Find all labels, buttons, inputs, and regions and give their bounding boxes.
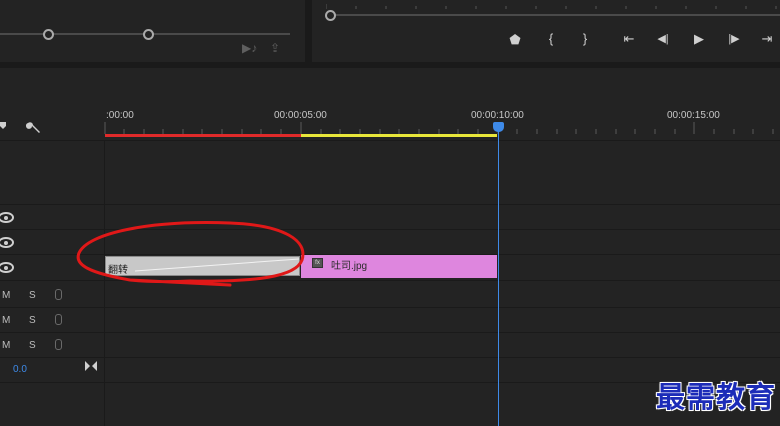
program-zoom-handle[interactable]	[325, 10, 336, 21]
timecode-label: 00:00:10:00	[471, 110, 524, 121]
master-track-icon[interactable]	[85, 361, 97, 371]
watermark-logo: 最需教育	[656, 380, 777, 414]
timecode-label: :00:00	[106, 110, 134, 121]
program-timeline-ticks	[326, 4, 777, 9]
step-forward-button[interactable]: |▶	[725, 32, 743, 45]
program-zoom-track[interactable]	[326, 14, 780, 16]
track-divider	[0, 357, 780, 358]
snap-icon[interactable]	[0, 120, 8, 132]
work-area-bar-rendered[interactable]	[105, 134, 301, 137]
image-clip-label: 吐司.jpg	[331, 261, 368, 272]
microphone-icon[interactable]	[55, 339, 62, 350]
master-volume-value[interactable]: 0.0	[13, 364, 27, 375]
step-back-button[interactable]: ◀|	[654, 32, 672, 45]
playhead-line[interactable]	[498, 128, 499, 426]
solo-track-button[interactable]: S	[29, 315, 36, 326]
overwrite-icon[interactable]: ⇪	[270, 41, 280, 55]
mute-track-button[interactable]: M	[2, 340, 10, 351]
panel-divider[interactable]	[305, 0, 312, 62]
ruler-ticks	[104, 122, 774, 134]
program-monitor-panel: ⬟ { } ⇤ ◀| ▶ |▶ ⇥	[312, 0, 780, 62]
track-divider	[0, 204, 780, 205]
mute-track-button[interactable]: M	[2, 315, 10, 326]
add-marker-button[interactable]: ⬟	[506, 32, 524, 48]
insert-icon[interactable]: ▶♪	[242, 41, 257, 55]
microphone-icon[interactable]	[55, 314, 62, 325]
track-divider	[0, 140, 780, 141]
mute-track-button[interactable]: M	[2, 290, 10, 301]
track-divider	[0, 307, 780, 308]
timecode-label: 00:00:05:00	[274, 110, 327, 121]
mark-out-button[interactable]: }	[576, 31, 594, 46]
solo-track-button[interactable]: S	[29, 290, 36, 301]
microphone-icon[interactable]	[55, 289, 62, 300]
mark-in-button[interactable]: {	[542, 31, 560, 46]
track-divider	[0, 332, 780, 333]
go-to-in-button[interactable]: ⇤	[620, 31, 638, 47]
work-area-bar-unrendered[interactable]	[301, 134, 497, 137]
annotation-circle	[76, 221, 305, 287]
source-zoom-handle-left[interactable]	[43, 29, 54, 40]
play-button[interactable]: ▶	[690, 31, 708, 47]
timecode-label: 00:00:15:00	[667, 110, 720, 121]
source-zoom-handle-right[interactable]	[143, 29, 154, 40]
wrench-icon[interactable]	[25, 120, 41, 134]
go-to-out-button[interactable]: ⇥	[758, 31, 776, 47]
solo-track-button[interactable]: S	[29, 340, 36, 351]
playhead-handle[interactable]	[493, 122, 504, 132]
source-monitor-panel: ▶♪ ⇪	[0, 0, 305, 62]
